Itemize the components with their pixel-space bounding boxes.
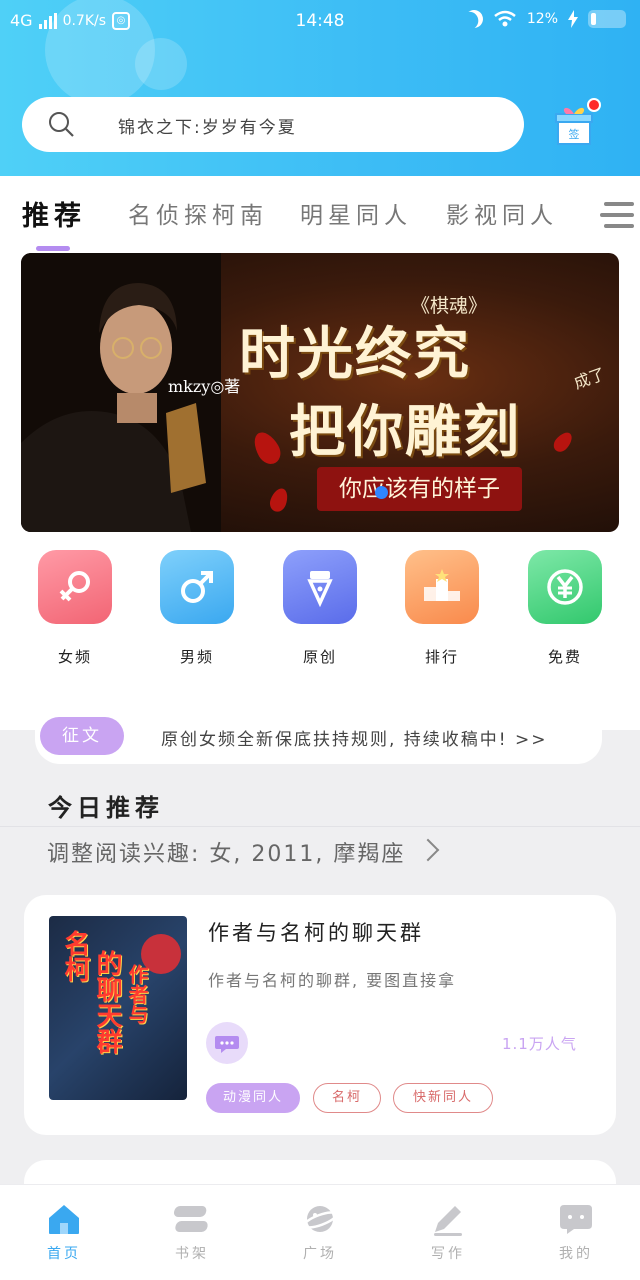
search-placeholder: 锦衣之下:岁岁有今夏 <box>118 118 297 138</box>
tab-conan[interactable]: 名侦探柯南 <box>128 196 268 230</box>
battery-icon <box>588 10 626 28</box>
notification-dot <box>587 98 601 112</box>
banner-tagline: 你应该有的样子 <box>317 467 522 511</box>
male-icon <box>181 571 213 603</box>
notice-text: 原创女频全新保底扶持规则, 持续收稿中! >> <box>161 725 548 750</box>
popularity-count: 1.1万人气 <box>502 1035 577 1053</box>
status-bar: 4G 0.7K/s ◎ 14:48 12% <box>0 0 640 44</box>
tag-anime-fanfic[interactable]: 动漫同人 <box>206 1083 300 1113</box>
nav-label: 广场 <box>303 1246 337 1262</box>
chevron-right-icon[interactable] <box>416 838 440 862</box>
nav-home[interactable]: 首页 <box>24 1185 104 1280</box>
svg-text:签: 签 <box>569 127 580 141</box>
search-icon <box>49 112 74 137</box>
category-label: 排行 <box>424 648 459 666</box>
category-ranking[interactable]: 排行 <box>405 550 479 667</box>
banner[interactable]: mkzy◎著 《棋魂》 时光终究 把你雕刻 成了 你应该有的样子 <box>21 253 619 532</box>
category-tile <box>38 550 112 624</box>
tab-celebrity[interactable]: 明星同人 <box>300 196 412 230</box>
category-free[interactable]: 免费 <box>528 550 602 667</box>
reading-interest-link[interactable]: 调整阅读兴趣: 女, 2011, 摩羯座 <box>47 836 405 868</box>
chat-button[interactable] <box>206 1022 248 1064</box>
nav-write[interactable]: 写作 <box>408 1185 488 1280</box>
divider <box>0 826 640 827</box>
header: 4G 0.7K/s ◎ 14:48 12% 锦衣之下:岁岁有今夏 签 <box>0 0 640 176</box>
banner-title-suffix: 成了 <box>571 364 608 393</box>
nav-label: 写作 <box>431 1246 465 1262</box>
book-cover[interactable]: 名柯 的聊天群 作者与 <box>49 916 187 1100</box>
status-right: 12% <box>465 10 626 28</box>
tab-indicator <box>36 246 70 251</box>
banner-title-line1: 时光终究 <box>239 321 471 387</box>
nav-label: 首页 <box>47 1246 81 1262</box>
notice-bar[interactable]: 征文 原创女频全新保底扶持规则, 持续收稿中! >> <box>35 714 602 764</box>
cover-text: 作者与 <box>125 964 149 1024</box>
banner-title-line2: 把你雕刻 <box>289 399 521 465</box>
category-label: 原创 <box>302 648 337 666</box>
tab-recommend[interactable]: 推荐 <box>22 194 86 233</box>
category-tile <box>283 550 357 624</box>
petal-decor <box>267 485 291 515</box>
category-original[interactable]: 原创 <box>283 550 357 667</box>
nav-label: 我的 <box>559 1246 593 1262</box>
tab-film-tv[interactable]: 影视同人 <box>446 196 558 230</box>
nav-label: 书架 <box>175 1246 209 1262</box>
bookshelf-icon <box>174 1206 208 1232</box>
category-male[interactable]: 男频 <box>160 550 234 667</box>
nav-plaza[interactable]: 广场 <box>280 1185 360 1280</box>
yen-icon <box>547 569 583 605</box>
section-title: 今日推荐 <box>48 794 164 822</box>
search-bar[interactable]: 锦衣之下:岁岁有今夏 <box>22 97 524 152</box>
banner-author: mkzy◎著 <box>168 377 241 396</box>
bottom-nav: 首页 书架 广场 写作 我的 <box>0 1184 640 1280</box>
main-upper: 推荐 名侦探柯南 明星同人 影视同人 mkzy◎著 《棋魂》 时光终究 把你雕刻… <box>0 176 640 730</box>
female-icon <box>59 571 90 602</box>
podium-icon <box>424 569 460 601</box>
category-label: 女频 <box>57 648 92 666</box>
petal-decor <box>248 427 286 469</box>
book-card[interactable]: 名柯 的聊天群 作者与 作者与名柯的聊天群 作者与名柯的聊群, 要图直接拿 1.… <box>24 895 616 1135</box>
decor-bubble <box>135 38 187 90</box>
cover-text: 的聊天群 <box>92 950 122 1054</box>
notice-badge: 征文 <box>40 717 124 755</box>
wifi-icon <box>494 10 516 27</box>
tag-kaishin[interactable]: 快新同人 <box>393 1083 493 1113</box>
notice-more[interactable]: >> <box>515 730 548 750</box>
chat-face-icon <box>560 1205 592 1234</box>
charging-icon <box>568 10 578 28</box>
category-female[interactable]: 女频 <box>38 550 112 667</box>
category-label: 免费 <box>547 648 582 666</box>
battery-percent: 12% <box>526 11 558 27</box>
pen-nib-icon <box>307 571 333 607</box>
category-tile <box>405 550 479 624</box>
category-tile <box>160 550 234 624</box>
category-tile <box>528 550 602 624</box>
carousel-indicator <box>375 486 388 499</box>
tab-bar: 推荐 名侦探柯南 明星同人 影视同人 <box>0 176 640 251</box>
category-label: 男频 <box>179 648 214 666</box>
notice-message: 原创女频全新保底扶持规则, 持续收稿中! <box>161 730 508 750</box>
nav-profile[interactable]: 我的 <box>536 1185 616 1280</box>
menu-icon[interactable] <box>598 200 634 230</box>
pencil-icon <box>434 1206 462 1236</box>
petal-decor <box>550 429 576 455</box>
home-icon <box>49 1205 79 1234</box>
book-title[interactable]: 作者与名柯的聊天群 <box>208 917 424 947</box>
category-row: 女频 男频 原创 排行 免费 <box>0 550 640 670</box>
planet-icon <box>303 1206 338 1232</box>
moon-icon <box>462 7 485 30</box>
nav-bookshelf[interactable]: 书架 <box>152 1185 232 1280</box>
tag-conan[interactable]: 名柯 <box>313 1083 381 1113</box>
book-description: 作者与名柯的聊群, 要图直接拿 <box>208 971 457 990</box>
chat-bubble-icon <box>215 1036 239 1053</box>
